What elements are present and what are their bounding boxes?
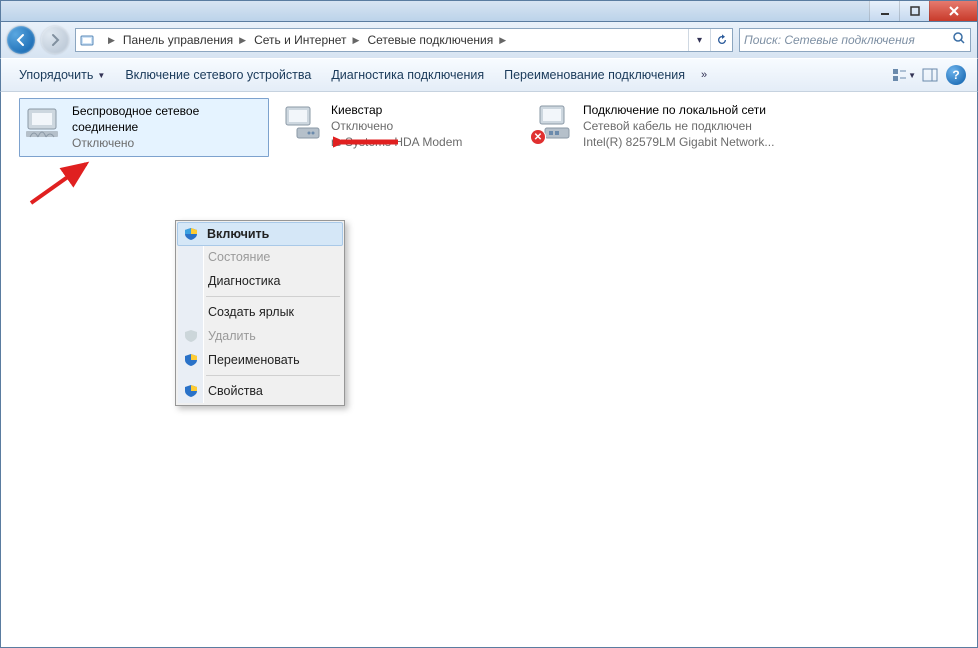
wireless-adapter-icon <box>24 103 64 143</box>
connection-status: Сетевой кабель не подключен <box>583 118 774 134</box>
context-menu-diagnose[interactable]: Диагностика <box>178 269 342 293</box>
annotation-arrow-left <box>26 158 101 208</box>
connection-item-modem[interactable]: Киевстар Отключено re Systems HDA Modem <box>279 98 529 155</box>
connection-status: Отключено <box>331 118 462 134</box>
command-bar: Упорядочить▼ Включение сетевого устройст… <box>0 58 978 92</box>
uac-shield-icon <box>183 226 199 242</box>
menu-label: Упорядочить <box>19 68 93 82</box>
button-label: Диагностика подключения <box>331 68 484 82</box>
connection-status: Отключено <box>72 135 264 151</box>
context-menu-delete: Удалить <box>178 324 342 348</box>
help-button[interactable]: ? <box>943 64 969 86</box>
connection-item-lan[interactable]: ✕ Подключение по локальной сети Сетевой … <box>531 98 801 155</box>
lan-adapter-icon: ✕ <box>535 102 575 142</box>
preview-pane-button[interactable] <box>917 64 943 86</box>
button-label: Переименование подключения <box>504 68 685 82</box>
connection-device: re Systems HDA Modem <box>331 134 462 150</box>
address-refresh-button[interactable] <box>710 29 732 51</box>
toolbar-overflow[interactable]: » <box>695 69 713 81</box>
context-menu-label: Удалить <box>208 329 256 343</box>
search-box[interactable] <box>739 28 971 52</box>
context-menu-label: Переименовать <box>208 353 300 367</box>
address-bar[interactable]: ▶ Панель управления▶ Сеть и Интернет▶ Се… <box>75 28 733 52</box>
context-menu-label: Диагностика <box>208 274 280 288</box>
nav-back-button[interactable] <box>7 26 35 54</box>
search-icon <box>952 31 966 50</box>
organize-menu[interactable]: Упорядочить▼ <box>9 64 115 86</box>
context-menu-label: Включить <box>207 227 269 241</box>
connection-name: Подключение по локальной сети <box>583 102 774 118</box>
address-history-button[interactable]: ▾ <box>688 29 710 51</box>
context-menu-shortcut[interactable]: Создать ярлык <box>178 300 342 324</box>
uac-shield-icon <box>183 328 199 344</box>
context-menu: Включить Состояние Диагностика Создать я… <box>175 220 345 406</box>
connection-item-wireless[interactable]: Беспроводное сетевое соединение Отключен… <box>19 98 269 157</box>
search-input[interactable] <box>744 33 952 47</box>
breadcrumb-network-connections[interactable]: Сетевые подключения▶ <box>363 29 510 51</box>
context-menu-properties[interactable]: Свойства <box>178 379 342 403</box>
context-menu-status: Состояние <box>178 245 342 269</box>
breadcrumb-control-panel[interactable]: Панель управления▶ <box>119 29 250 51</box>
context-menu-label: Создать ярлык <box>208 305 294 319</box>
context-menu-separator <box>206 296 340 297</box>
button-label: Включение сетевого устройства <box>125 68 311 82</box>
view-options-button[interactable]: ▼ <box>891 64 917 86</box>
context-menu-label: Состояние <box>208 250 270 264</box>
connection-name: Беспроводное сетевое соединение <box>72 103 264 135</box>
rename-button[interactable]: Переименование подключения <box>494 64 695 86</box>
location-icon <box>76 32 98 48</box>
breadcrumb-label: Сеть и Интернет <box>254 33 346 47</box>
connection-device: Intel(R) 82579LM Gigabit Network... <box>583 134 774 150</box>
context-menu-separator <box>206 375 340 376</box>
context-menu-rename[interactable]: Переименовать <box>178 348 342 372</box>
modem-icon <box>283 102 323 142</box>
window-maximize-button[interactable] <box>899 1 929 21</box>
help-icon: ? <box>946 65 966 85</box>
nav-forward-button[interactable] <box>41 26 69 54</box>
breadcrumb-network-internet[interactable]: Сеть и Интернет▶ <box>250 29 363 51</box>
diagnose-button[interactable]: Диагностика подключения <box>321 64 494 86</box>
breadcrumb-label: Панель управления <box>123 33 233 47</box>
breadcrumb-root[interactable]: ▶ <box>98 29 119 51</box>
window-titlebar <box>0 0 978 22</box>
context-menu-label: Свойства <box>208 384 263 398</box>
breadcrumb-label: Сетевые подключения <box>367 33 493 47</box>
uac-shield-icon <box>183 383 199 399</box>
window-minimize-button[interactable] <box>869 1 899 21</box>
context-menu-enable[interactable]: Включить <box>177 222 343 246</box>
navigation-bar: ▶ Панель управления▶ Сеть и Интернет▶ Се… <box>0 22 978 58</box>
uac-shield-icon <box>183 352 199 368</box>
enable-device-button[interactable]: Включение сетевого устройства <box>115 64 321 86</box>
connection-name: Киевстар <box>331 102 462 118</box>
error-overlay-icon: ✕ <box>531 130 545 144</box>
window-close-button[interactable] <box>929 1 977 21</box>
content-area: Беспроводное сетевое соединение Отключен… <box>0 92 978 648</box>
